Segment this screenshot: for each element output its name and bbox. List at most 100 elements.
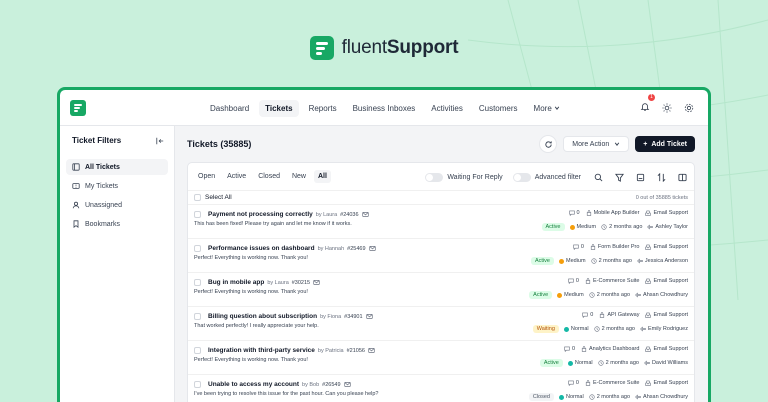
- priority-dot: [563, 326, 569, 332]
- comment-icon: [568, 210, 575, 216]
- ticket-title[interactable]: Payment not processing correctly: [208, 211, 313, 218]
- waiting-for-reply-toggle[interactable]: [425, 172, 444, 182]
- ticket-time: 2 months ago: [605, 360, 639, 366]
- ticket-title[interactable]: Bug in mobile app: [208, 279, 264, 286]
- advanced-filter-toggle[interactable]: [512, 172, 531, 182]
- ticket-mailbox: Email Support: [653, 278, 688, 284]
- nav-item-customers[interactable]: Customers: [473, 100, 524, 117]
- comment-icon: [568, 278, 574, 284]
- tab-open[interactable]: Open: [194, 170, 219, 183]
- agent-icon: [640, 326, 646, 332]
- ticket-author: by Laura: [315, 211, 338, 218]
- ticket-priority: Normal: [570, 326, 589, 332]
- ticket-row[interactable]: Integration with third-party service by …: [188, 341, 694, 375]
- columns-button[interactable]: [675, 170, 690, 185]
- add-ticket-button[interactable]: + Add Ticket: [635, 136, 695, 152]
- ticket-priority: Medium: [576, 224, 597, 230]
- ticket-number: #30215: [291, 279, 311, 286]
- sidebar-item-my-tickets[interactable]: My Tickets: [66, 178, 168, 194]
- ticket-checkbox[interactable]: [194, 313, 201, 320]
- tab-new[interactable]: New: [288, 170, 310, 183]
- notifications-button[interactable]: 1: [640, 94, 655, 117]
- ticket-icon: [72, 183, 80, 189]
- collapse-sidebar-icon[interactable]: [156, 137, 164, 145]
- ticket-checkbox[interactable]: [194, 381, 201, 388]
- tab-closed[interactable]: Closed: [254, 170, 284, 183]
- comment-icon: [573, 244, 579, 250]
- refresh-button[interactable]: [539, 135, 558, 153]
- mail-icon: [361, 212, 369, 217]
- ticket-checkbox[interactable]: [194, 347, 201, 354]
- ticket-agent: Ashley Taylor: [655, 224, 688, 230]
- filter-icon: [615, 173, 624, 182]
- clock-icon: [589, 292, 595, 298]
- sun-icon[interactable]: [662, 103, 672, 113]
- product-icon: [586, 210, 591, 216]
- clock-icon: [590, 258, 597, 264]
- tab-active[interactable]: Active: [223, 170, 250, 183]
- app-logo-icon[interactable]: [70, 99, 86, 116]
- ticket-row[interactable]: Bug in mobile app by Laura #30215 Perfec…: [188, 273, 694, 307]
- priority-dot: [559, 258, 564, 264]
- ticket-row[interactable]: Billing question about subscription by F…: [188, 307, 694, 341]
- select-all-row: Select All 0 out of 35885 tickets: [188, 191, 694, 205]
- gear-icon[interactable]: [684, 103, 694, 113]
- sidebar-item-unassigned[interactable]: Unassigned: [66, 197, 168, 213]
- nav-item-reports[interactable]: Reports: [303, 100, 343, 117]
- filter-button[interactable]: [612, 170, 627, 185]
- mail-icon: [343, 382, 351, 387]
- priority-dot: [569, 224, 575, 230]
- ticket-author: by Bob: [302, 381, 320, 388]
- nav-item-activities[interactable]: Activities: [425, 100, 469, 117]
- advanced-filter-label: Advanced filter: [534, 173, 581, 181]
- ticket-title[interactable]: Performance issues on dashboard: [208, 245, 315, 252]
- priority-dot: [558, 394, 564, 400]
- ticket-count: 0 out of 35885 tickets: [635, 194, 688, 201]
- ticket-list: Payment not processing correctly by Laur…: [188, 205, 694, 402]
- nav-item-business-inboxes[interactable]: Business Inboxes: [347, 100, 422, 117]
- clock-icon: [594, 326, 600, 332]
- ticket-author: by Laura: [267, 279, 289, 286]
- select-all-label: Select All: [205, 194, 232, 201]
- sidebar-item-bookmarks[interactable]: Bookmarks: [66, 216, 168, 232]
- agent-icon: [647, 224, 654, 230]
- columns-icon: [678, 173, 687, 181]
- product-icon: [585, 380, 591, 386]
- ticket-time: 2 months ago: [601, 326, 635, 332]
- priority-dot: [567, 360, 573, 366]
- ticket-checkbox[interactable]: [194, 245, 201, 252]
- ticket-row[interactable]: Unable to access my account by Bob #2654…: [188, 375, 694, 402]
- ticket-product: Form Builder Pro: [597, 244, 640, 250]
- nav-item-more[interactable]: More: [528, 100, 566, 117]
- search-button[interactable]: [591, 170, 606, 185]
- clock-icon: [601, 224, 607, 230]
- ticket-priority: Normal: [574, 360, 593, 366]
- clock-icon: [598, 360, 604, 366]
- save-view-button[interactable]: [633, 170, 648, 185]
- nav-item-dashboard[interactable]: Dashboard: [204, 100, 255, 117]
- product-icon: [590, 244, 595, 250]
- refresh-icon: [545, 140, 552, 148]
- ticket-title[interactable]: Billing question about subscription: [208, 313, 317, 320]
- ticket-row[interactable]: Performance issues on dashboard by Hanna…: [188, 239, 694, 273]
- more-action-dropdown[interactable]: More Action: [563, 136, 630, 152]
- tab-all[interactable]: All: [314, 170, 331, 183]
- product-icon: [585, 278, 591, 284]
- ticket-checkbox[interactable]: [194, 279, 201, 286]
- nav-item-tickets[interactable]: Tickets: [259, 99, 299, 117]
- ticket-mailbox: Email Support: [653, 244, 688, 250]
- ticket-row[interactable]: Payment not processing correctly by Laur…: [188, 205, 694, 239]
- sort-button[interactable]: [654, 170, 669, 185]
- ticket-title[interactable]: Integration with third-party service: [208, 347, 315, 354]
- inbox-icon: [645, 346, 652, 352]
- ticket-agent: David Williams: [651, 360, 688, 366]
- sidebar: Ticket Filters All Tickets My Tickets Un…: [60, 126, 175, 402]
- tickets-panel: Open Active Closed New All Waiting For R…: [187, 162, 695, 402]
- agent-icon: [644, 360, 650, 366]
- select-all-checkbox[interactable]: [194, 194, 201, 201]
- priority-dot: [557, 292, 563, 298]
- app-window: Dashboard Tickets Reports Business Inbox…: [57, 87, 711, 402]
- ticket-checkbox[interactable]: [194, 211, 201, 218]
- sidebar-item-all-tickets[interactable]: All Tickets: [66, 159, 168, 175]
- ticket-title[interactable]: Unable to access my account: [208, 381, 299, 388]
